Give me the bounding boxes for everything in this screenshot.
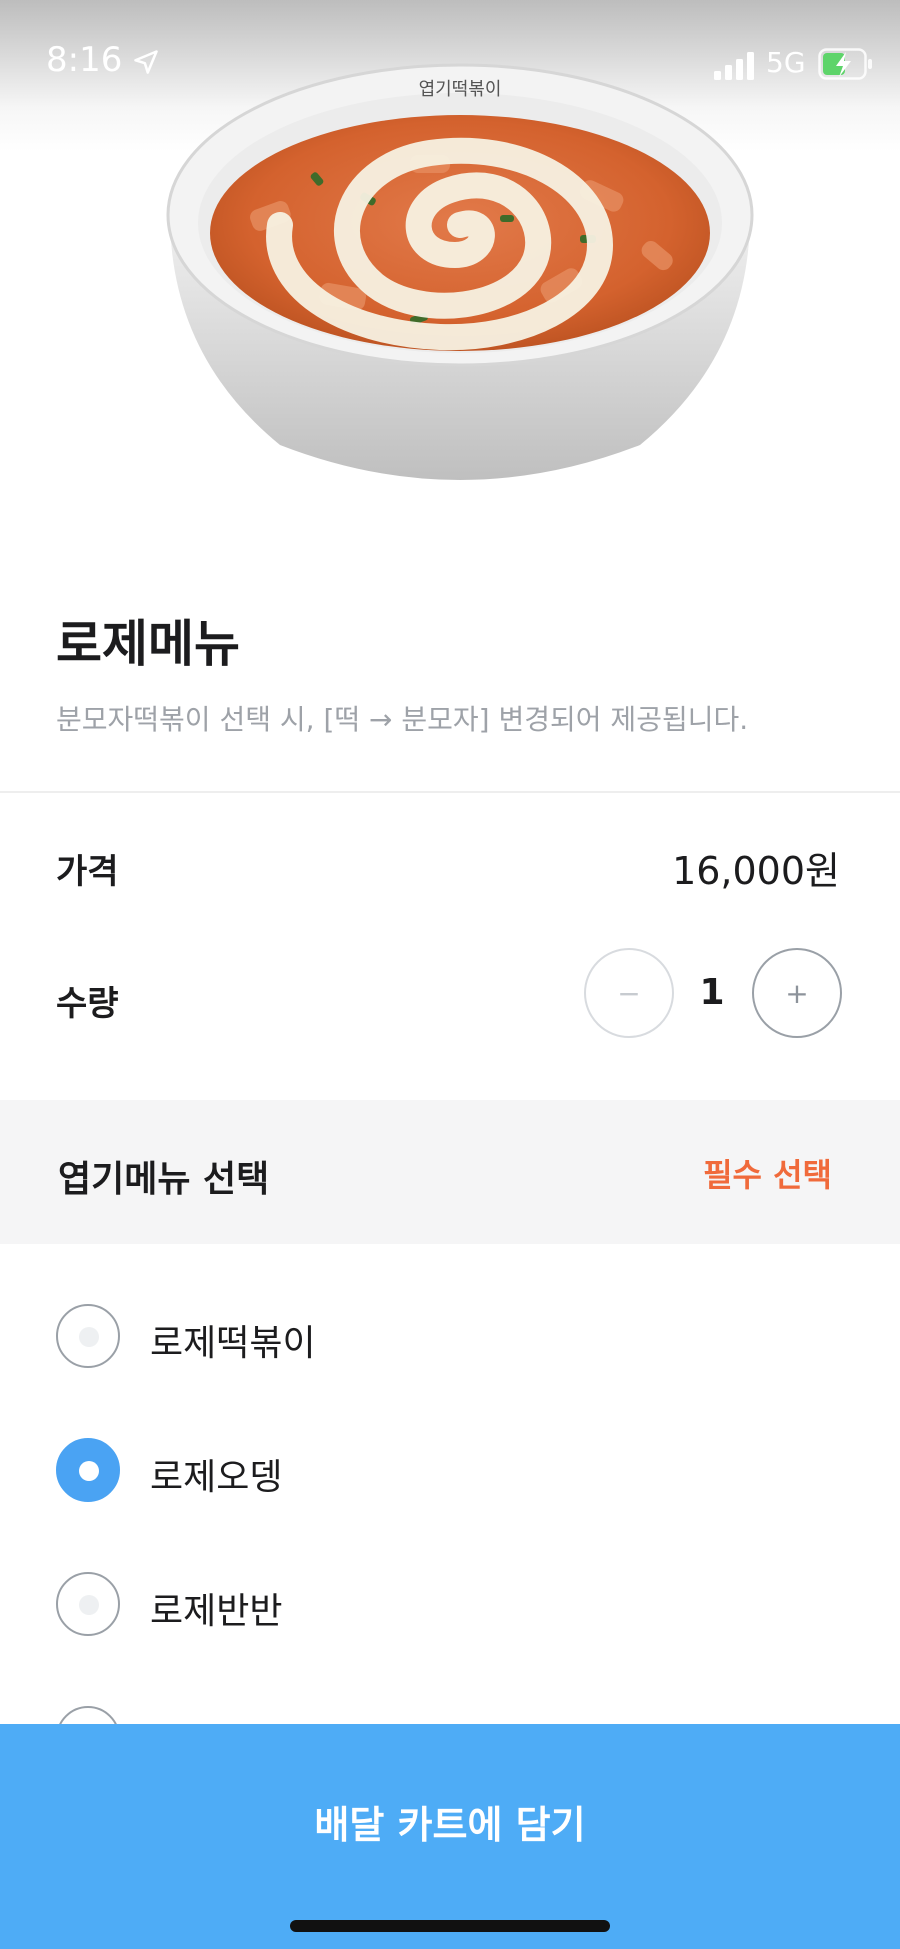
- back-button[interactable]: [50, 162, 106, 212]
- radio-button-selected[interactable]: [56, 1438, 120, 1502]
- option-group-header: 엽기메뉴 선택 필수 선택: [0, 1100, 900, 1244]
- radio-button[interactable]: [56, 1304, 120, 1368]
- option-rose-odeng[interactable]: 로제오뎅: [0, 1420, 900, 1520]
- quantity-increase-button[interactable]: +: [752, 948, 842, 1038]
- quantity-value: 1: [699, 972, 725, 1013]
- option-label: 로제떡볶이: [150, 1323, 316, 1364]
- option-rose-banban[interactable]: 로제반반: [0, 1554, 900, 1654]
- divider: [0, 791, 900, 793]
- add-to-cart-button[interactable]: 배달 카트에 담기: [0, 1724, 900, 1949]
- quantity-label: 수량: [56, 984, 119, 1024]
- battery-charging-icon: [818, 48, 872, 80]
- option-label: 로제오뎅: [150, 1457, 283, 1498]
- required-badge: 필수 선택: [703, 1156, 832, 1194]
- location-arrow-icon: [134, 50, 158, 74]
- status-bar: 8:16 5G: [0, 0, 900, 130]
- add-to-cart-label: 배달 카트에 담기: [314, 1803, 586, 1847]
- price-label: 가격: [56, 852, 119, 892]
- status-time: 8:16: [46, 40, 123, 80]
- home-indicator: [290, 1920, 610, 1932]
- option-rose-tteokbokki[interactable]: 로제떡볶이: [0, 1286, 900, 1386]
- option-group-title: 엽기메뉴 선택: [58, 1159, 270, 1200]
- menu-description: 분모자떡볶이 선택 시, [떡 → 분모자] 변경되어 제공됩니다.: [56, 703, 749, 736]
- signal-strength-icon: [714, 52, 754, 80]
- price-value: 16,000원: [672, 849, 840, 893]
- network-type: 5G: [766, 46, 806, 79]
- menu-title: 로제메뉴: [56, 615, 240, 673]
- quantity-decrease-button[interactable]: −: [584, 948, 674, 1038]
- share-button[interactable]: [804, 152, 860, 218]
- option-label: 로제반반: [150, 1591, 283, 1632]
- radio-button[interactable]: [56, 1572, 120, 1636]
